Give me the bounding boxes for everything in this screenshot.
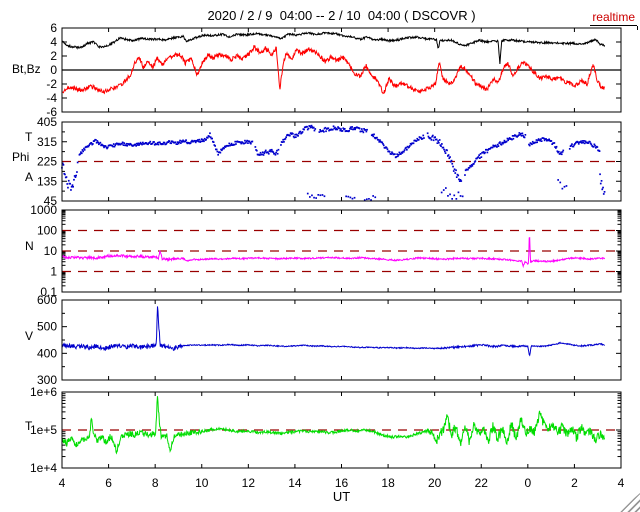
y-axis-label-phi: Phi (12, 150, 30, 164)
series-Bz (62, 45, 606, 95)
y-axis-label-t-phi: T (25, 130, 33, 144)
y-axis-label-v: V (25, 329, 34, 343)
x-tick-label: 0 (524, 476, 531, 490)
x-tick-label: 10 (195, 476, 209, 490)
x-tick-label: 22 (475, 476, 489, 490)
y-tick-label: 100 (37, 224, 57, 238)
x-tick-label: 16 (335, 476, 349, 490)
y-axis-label-a: A (25, 170, 34, 184)
y-tick-label: 135 (37, 174, 57, 188)
y-tick-label: 1e+4 (30, 461, 57, 475)
y-tick-label: 1e+6 (30, 385, 57, 399)
panel-bt-bz: 6420-2-4-6 (46, 21, 622, 119)
series-V (61, 306, 606, 357)
y-tick-label: 400 (37, 346, 57, 360)
y-tick-label: 225 (37, 155, 57, 169)
panel-frame (61, 299, 622, 381)
panel-phi: 40531522513545 (37, 115, 622, 208)
x-tick-label: 20 (428, 476, 442, 490)
y-axis-label-n: N (25, 239, 34, 253)
series-T (61, 396, 606, 455)
panel-density: 10001001010.1 (30, 203, 622, 299)
panel-speed: 600500400300 (37, 293, 622, 387)
x-tick-label: 14 (288, 476, 302, 490)
x-tick-label: 4 (618, 476, 625, 490)
y-tick-label: 0 (50, 63, 57, 77)
y-tick-label: 1000 (30, 203, 57, 217)
y-tick-label: 600 (37, 293, 57, 307)
x-tick-label: 2 (571, 476, 578, 490)
y-tick-label: 2 (50, 49, 57, 63)
y-tick-label: 4 (50, 35, 57, 49)
y-axis-label-btbz: Bt,Bz (12, 62, 41, 76)
dscovr-realtime-plot-window: 2020 / 2 / 9 04:00 -- 2 / 10 04:00 ( DSC… (0, 0, 640, 512)
y-tick-label: -2 (46, 77, 57, 91)
x-axis-label: UT (332, 489, 351, 504)
charts-svg: 6420-2-4-64053152251354510001001010.1600… (30, 21, 625, 490)
y-tick-label: 315 (37, 135, 57, 149)
x-tick-label: 4 (59, 476, 66, 490)
x-tick-label: 12 (242, 476, 256, 490)
y-tick-label: -4 (46, 91, 57, 105)
x-tick-label: 8 (152, 476, 159, 490)
series-N (61, 236, 606, 269)
x-tick-label: 18 (381, 476, 395, 490)
y-tick-label: 405 (37, 115, 57, 129)
y-tick-label: 500 (37, 320, 57, 334)
y-tick-label: 1 (50, 265, 57, 279)
y-tick-label: 1e+5 (30, 423, 57, 437)
y-tick-label: 6 (50, 21, 57, 35)
x-tick-label: 6 (105, 476, 112, 490)
y-tick-label: 10 (44, 244, 58, 258)
panel-temperature: 1e+6 1e+5 1e+4 (30, 385, 622, 475)
y-axis-label-t: T (25, 419, 33, 433)
